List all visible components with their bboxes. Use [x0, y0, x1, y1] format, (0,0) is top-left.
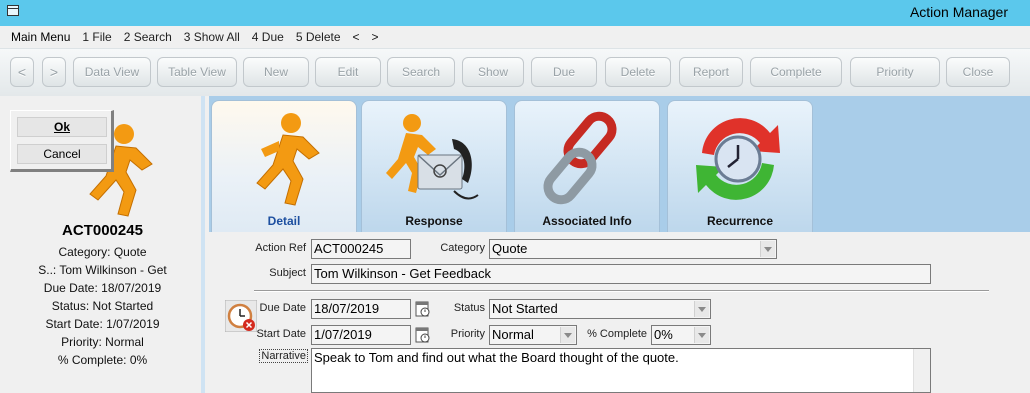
complete-button[interactable]: Complete [750, 57, 842, 87]
forward-button[interactable]: > [42, 57, 66, 87]
tab-recurrence-label: Recurrence [706, 214, 774, 228]
complete-label: % Complete [587, 328, 647, 340]
chevron-down-icon[interactable] [694, 301, 709, 317]
form-separator [254, 290, 989, 292]
start-date-label: Start Date [256, 328, 306, 340]
priority-dropdown[interactable]: Normal [489, 325, 577, 345]
summary-status: Status: Not Started [51, 299, 154, 313]
tab-response-label: Response [405, 214, 463, 228]
ok-cancel-dialog: Ok Cancel [10, 110, 114, 172]
chevron-down-icon[interactable] [760, 241, 775, 257]
close-button[interactable]: Close [946, 57, 1010, 87]
summary-priority: Priority: Normal [61, 335, 144, 349]
summary-id: ACT000245 [62, 222, 143, 239]
menu-due[interactable]: 4 Due [252, 30, 284, 44]
due-date-label: Due Date [259, 302, 306, 314]
menu-search[interactable]: 2 Search [124, 30, 172, 44]
narrative-textarea[interactable]: Speak to Tom and find out what the Board… [311, 348, 931, 393]
menu-file[interactable]: 1 File [82, 30, 111, 44]
edit-button[interactable]: Edit [315, 57, 381, 87]
summary-complete: % Complete: 0% [57, 353, 148, 367]
window-title: Action Manager [909, 4, 1008, 20]
narrative-label[interactable]: Narrative [259, 349, 308, 363]
tab-recurrence[interactable]: Recurrence [667, 100, 813, 232]
chevron-down-icon[interactable] [694, 327, 709, 343]
table-view-button[interactable]: Table View [157, 57, 237, 87]
start-date-calendar-icon[interactable] [415, 326, 431, 344]
status-dropdown[interactable]: Not Started [489, 299, 711, 319]
data-view-button[interactable]: Data View [73, 57, 151, 87]
detail-form: Action Ref ACT000245 Category Quote Subj… [209, 232, 1030, 393]
priority-value: Normal [492, 327, 534, 342]
summary-subject: S..: Tom Wilkinson - Get [38, 263, 167, 277]
delete-button[interactable]: Delete [605, 57, 671, 87]
start-date-field[interactable]: 1/07/2019 [311, 325, 411, 345]
main-area: Detail Response Associated Info Recurren… [209, 96, 1030, 393]
menu-main[interactable]: Main Menu [11, 30, 70, 44]
complete-dropdown[interactable]: 0% [651, 325, 711, 345]
narrative-label-wrap: Narrative [254, 349, 308, 363]
summary-due-date: Due Date: 18/07/2019 [43, 281, 162, 295]
menu-forward[interactable]: > [372, 30, 379, 44]
category-dropdown[interactable]: Quote [489, 239, 777, 259]
due-button[interactable]: Due [531, 57, 597, 87]
tab-strip: Detail Response Associated Info Recurren… [209, 96, 1030, 232]
subject-field[interactable]: Tom Wilkinson - Get Feedback [311, 264, 931, 284]
ok-button[interactable]: Ok [17, 117, 107, 137]
status-value: Not Started [492, 301, 558, 316]
priority-button[interactable]: Priority [850, 57, 940, 87]
toolbar: < > Data View Table View New Edit Search… [0, 48, 1030, 96]
search-button[interactable]: Search [387, 57, 455, 87]
window-icon[interactable] [7, 5, 19, 16]
chevron-down-icon[interactable] [560, 327, 575, 343]
chain-link-icon [543, 111, 617, 205]
subject-label: Subject [269, 267, 306, 279]
new-button[interactable]: New [243, 57, 309, 87]
status-label: Status [453, 302, 485, 314]
email-phone-icon [386, 114, 479, 200]
tab-associated-info-label: Associated Info [542, 214, 632, 228]
complete-value: 0% [654, 327, 673, 342]
menu-delete[interactable]: 5 Delete [296, 30, 341, 44]
show-button[interactable]: Show [462, 57, 524, 87]
tab-associated-info[interactable]: Associated Info [514, 100, 660, 232]
category-label: Category [440, 242, 485, 254]
menu-show-all[interactable]: 3 Show All [184, 30, 240, 44]
report-button[interactable]: Report [679, 57, 743, 87]
summary-category: Category: Quote [58, 245, 147, 259]
due-date-calendar-icon[interactable] [415, 300, 431, 318]
summary-start-date: Start Date: 1/07/2019 [45, 317, 160, 331]
tab-detail-label: Detail [267, 214, 301, 228]
menu-bar: Main Menu 1 File 2 Search 3 Show All 4 D… [0, 26, 1030, 48]
tab-response[interactable]: Response [361, 100, 507, 232]
action-ref-field[interactable]: ACT000245 [311, 239, 411, 259]
cancel-button[interactable]: Cancel [17, 144, 107, 164]
category-value: Quote [492, 241, 528, 256]
action-ref-label: Action Ref [255, 242, 306, 254]
menu-back[interactable]: < [353, 30, 360, 44]
recurrence-clock-icon [696, 118, 780, 200]
summary-info: ACT000245 Category: Quote S..: Tom Wilki… [0, 222, 205, 369]
alarm-clock-icon[interactable] [225, 300, 257, 332]
title-bar: Action Manager [0, 0, 1030, 26]
tab-detail[interactable]: Detail [211, 100, 357, 232]
narrative-scrollbar[interactable] [913, 349, 930, 392]
narrative-text: Speak to Tom and find out what the Board… [314, 350, 679, 365]
back-button[interactable]: < [10, 57, 34, 87]
due-date-field[interactable]: 18/07/2019 [311, 299, 411, 319]
priority-label: Priority [450, 328, 485, 340]
running-man-icon [256, 113, 320, 206]
